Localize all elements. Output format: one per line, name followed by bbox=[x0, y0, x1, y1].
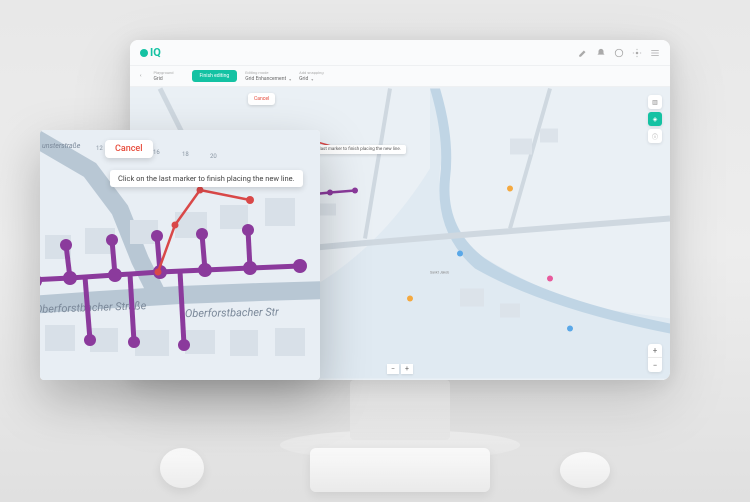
map-side-controls: ▥ ◈ ⓘ bbox=[648, 95, 662, 143]
menu-icon[interactable] bbox=[650, 48, 660, 58]
settings-icon[interactable] bbox=[632, 48, 642, 58]
mouse bbox=[560, 452, 610, 488]
inset-map-canvas[interactable]: unsterstraße Oberforstbacher Straße Ober… bbox=[40, 130, 320, 380]
back-button[interactable]: ‹ bbox=[140, 73, 142, 79]
svg-text:16: 16 bbox=[153, 149, 160, 156]
chevron-down-icon: ▾ bbox=[311, 77, 313, 82]
inset-cancel-button[interactable]: Cancel bbox=[105, 140, 153, 158]
header-actions bbox=[578, 48, 660, 58]
editing-mode-label: Editing mode bbox=[245, 70, 291, 75]
zoom-in-button[interactable]: + bbox=[648, 344, 662, 358]
bell-icon[interactable] bbox=[596, 48, 606, 58]
main-street-label-2: Oberforstbacher Str bbox=[185, 305, 279, 320]
network-toggle-button[interactable]: ◈ bbox=[648, 112, 662, 126]
snapping-label: Add snapping bbox=[299, 70, 323, 75]
breadcrumb-main: Grid bbox=[154, 76, 174, 82]
finish-editing-button[interactable]: Finish editing bbox=[192, 70, 238, 82]
app-header: IQ bbox=[130, 40, 670, 66]
side-street-label: unsterstraße bbox=[42, 142, 81, 150]
chevron-left-icon: ‹ bbox=[140, 73, 142, 79]
svg-text:12: 12 bbox=[96, 145, 103, 152]
toolbar: ‹ Playground Grid Finish editing Editing… bbox=[130, 66, 670, 87]
breadcrumb-sub: Playground bbox=[154, 70, 174, 75]
logo-text: IQ bbox=[150, 46, 161, 59]
zoom-out-button[interactable]: − bbox=[648, 358, 662, 372]
chevron-down-icon: ▾ bbox=[289, 77, 291, 82]
puck-device bbox=[160, 448, 204, 488]
keyboard bbox=[310, 448, 490, 492]
editing-mode-value: Grid Enhancement bbox=[245, 76, 286, 82]
help-icon[interactable] bbox=[614, 48, 624, 58]
snapping-value: Grid bbox=[299, 76, 308, 82]
monitor-stand bbox=[350, 380, 450, 440]
editing-mode-dropdown[interactable]: Grid Enhancement ▾ bbox=[245, 76, 291, 82]
snapping-dropdown[interactable]: Grid ▾ bbox=[299, 76, 323, 82]
editing-mode-group: Editing mode Grid Enhancement ▾ bbox=[245, 70, 291, 82]
logo: IQ bbox=[140, 46, 161, 59]
breadcrumb[interactable]: Playground Grid bbox=[154, 70, 174, 82]
edit-icon[interactable] bbox=[578, 48, 588, 58]
svg-text:Sankt Jakob: Sankt Jakob bbox=[430, 271, 449, 275]
info-button[interactable]: ⓘ bbox=[648, 129, 662, 143]
snapping-group: Add snapping Grid ▾ bbox=[299, 70, 323, 82]
layers-button[interactable]: ▥ bbox=[648, 95, 662, 109]
inset-panel: unsterstraße Oberforstbacher Straße Ober… bbox=[40, 130, 320, 380]
svg-text:20: 20 bbox=[210, 153, 217, 160]
zoom-controls: + − bbox=[648, 344, 662, 372]
cancel-button[interactable]: Cancel bbox=[248, 93, 275, 105]
logo-icon bbox=[140, 49, 148, 57]
inset-tooltip: Click on the last marker to finish placi… bbox=[110, 170, 303, 187]
inset-map-svg: unsterstraße Oberforstbacher Straße Ober… bbox=[40, 130, 320, 380]
svg-text:18: 18 bbox=[182, 151, 189, 158]
history-plus-button[interactable]: + bbox=[401, 364, 413, 374]
center-controls: − + bbox=[387, 364, 413, 374]
history-minus-button[interactable]: − bbox=[387, 364, 399, 374]
